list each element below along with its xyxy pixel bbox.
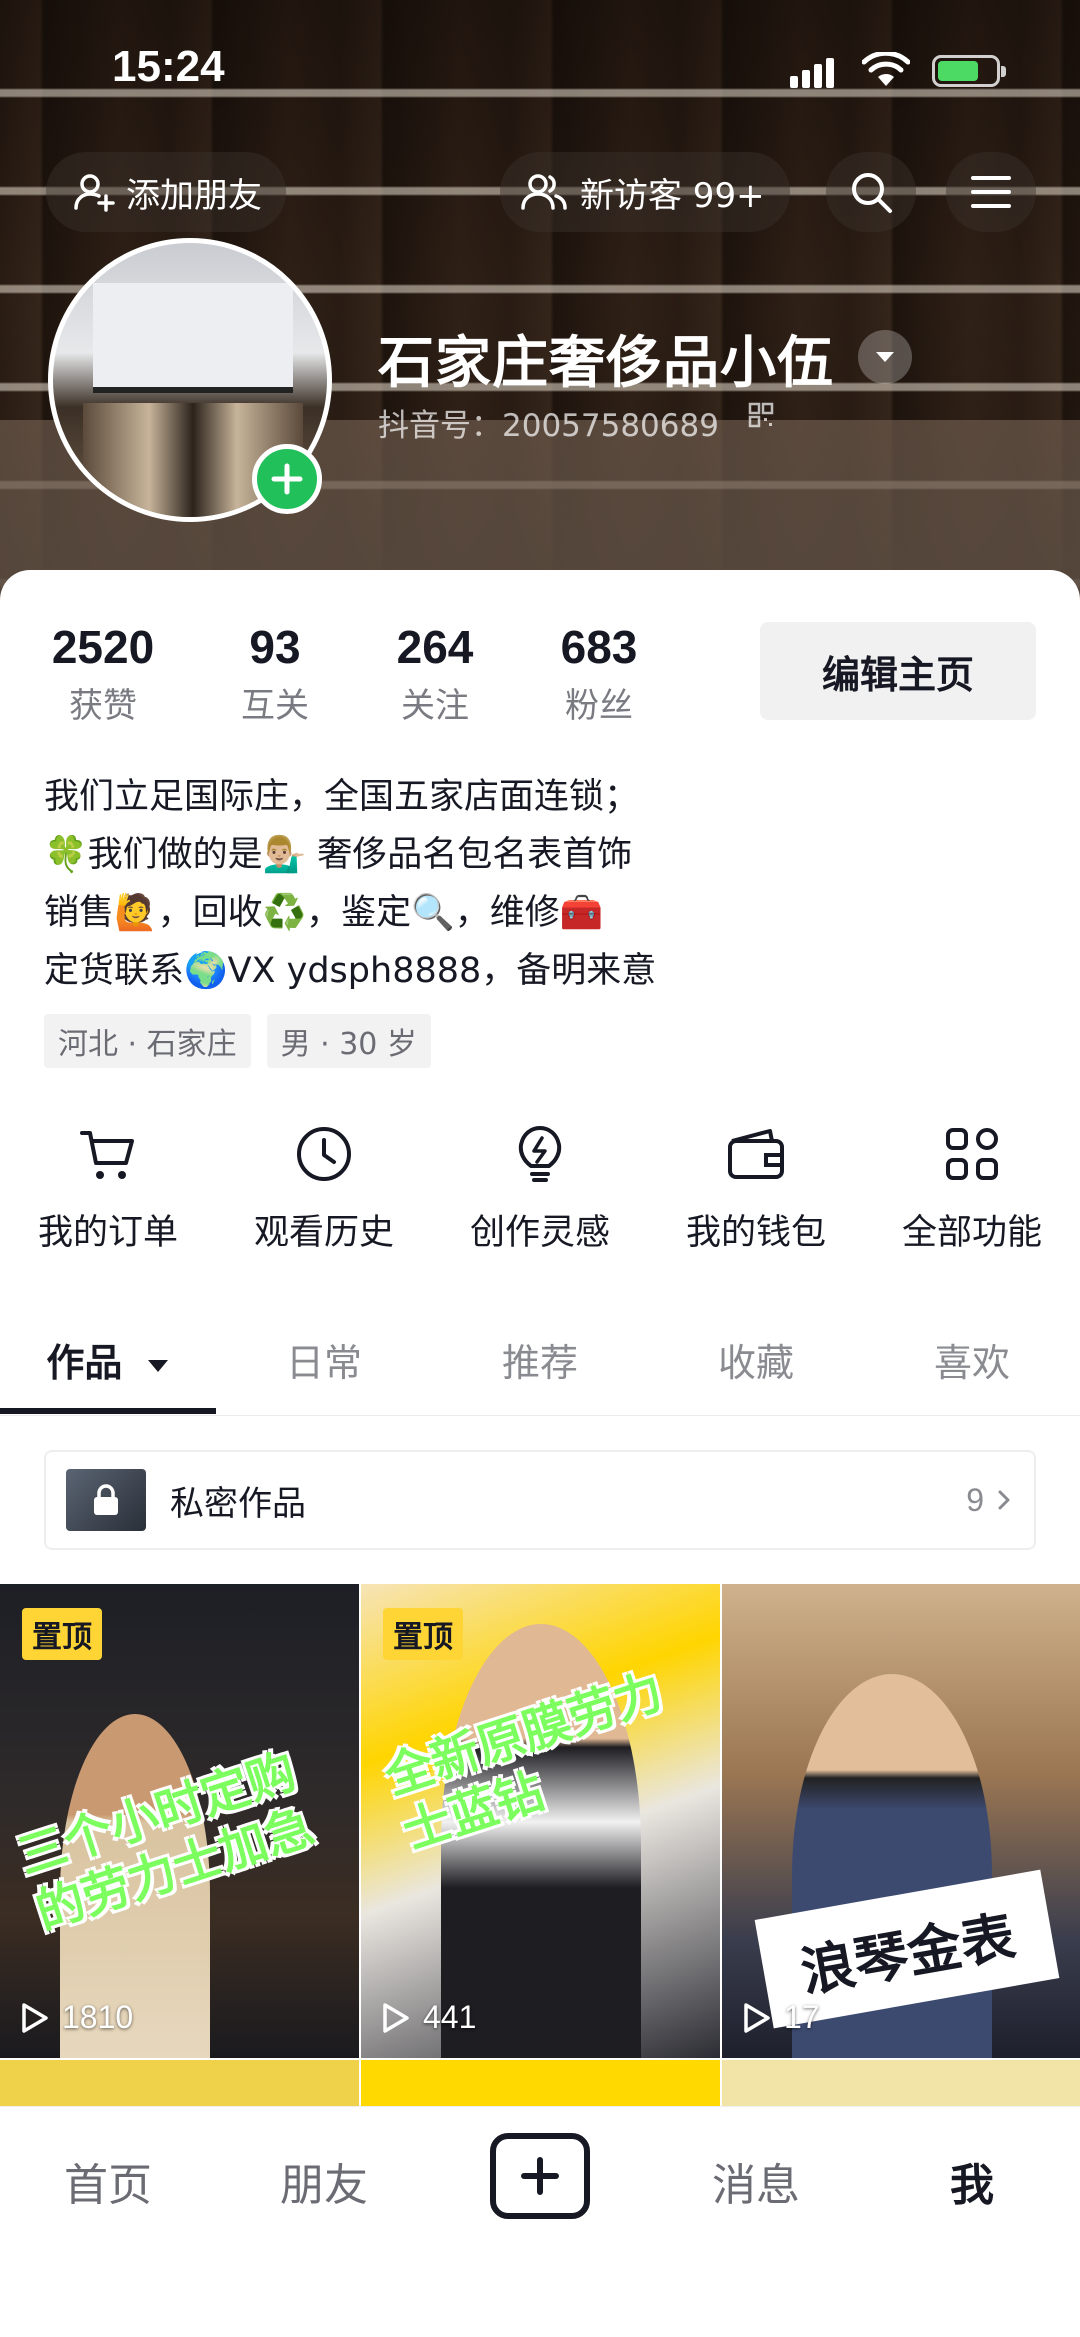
stat-mutual[interactable]: 93 互关 [214, 620, 336, 727]
creation-inspiration-button[interactable]: 创作灵感 [432, 1122, 648, 1255]
stat-following[interactable]: 264 关注 [374, 620, 496, 727]
content-tabs: 作品 日常 推荐 收藏 喜欢 [0, 1320, 1080, 1416]
watch-history-button[interactable]: 观看历史 [216, 1122, 432, 1255]
caret-down-icon [876, 352, 894, 362]
play-icon [744, 2002, 770, 2033]
function-label: 观看历史 [253, 1213, 394, 1253]
new-visitors-label: 新访客 99+ [580, 175, 765, 216]
tab-works[interactable]: 作品 [0, 1320, 216, 1415]
bio-line: 定货联系🌍VX ydsph8888，备明来意 [44, 951, 657, 991]
grid-icon [946, 1128, 998, 1180]
add-story-button[interactable] [252, 444, 322, 514]
visitors-icon [521, 174, 567, 210]
bottom-navigation: 首页 朋友 消息 我 [0, 2106, 1080, 2337]
stat-value: 2520 [51, 621, 155, 673]
nav-home[interactable]: 首页 [0, 2149, 216, 2213]
pinned-badge: 置顶 [22, 1608, 102, 1660]
play-count-value: 441 [423, 1999, 477, 2035]
add-friend-button[interactable]: 添加朋友 [46, 152, 286, 232]
tab-label: 作品 [46, 1341, 123, 1385]
video-thumbnail[interactable]: 置顶 三个小时定购 的劳力士加急 1810 [0, 1584, 359, 2058]
status-time: 15:24 [112, 42, 225, 91]
plus-icon [521, 2157, 559, 2195]
tab-favorites[interactable]: 收藏 [648, 1320, 864, 1415]
battery-icon [932, 55, 1006, 87]
hamburger-menu-icon [971, 176, 1011, 208]
nav-me[interactable]: 我 [864, 2149, 1080, 2213]
stat-likes[interactable]: 2520 获赞 [42, 620, 164, 727]
cart-icon [80, 1131, 134, 1179]
my-orders-button[interactable]: 我的订单 [0, 1122, 216, 1255]
status-bar: 15:24 [0, 0, 1080, 130]
add-friend-label: 添加朋友 [126, 175, 262, 216]
pinned-badge: 置顶 [383, 1608, 463, 1660]
create-button[interactable] [490, 2133, 590, 2219]
function-label: 我的订单 [37, 1213, 178, 1253]
gender-age-tag: 男 · 30 岁 [266, 1014, 431, 1068]
wifi-icon [862, 52, 910, 86]
play-icon [383, 2002, 409, 2033]
private-works-count: 9 [966, 1481, 984, 1518]
stat-label: 粉丝 [565, 686, 633, 726]
plus-icon [271, 463, 303, 495]
search-button[interactable] [826, 152, 916, 232]
stat-value: 683 [560, 621, 638, 673]
active-tab-indicator [0, 1408, 216, 1414]
quick-functions: 我的订单 观看历史 创作灵感 我的钱包 全部功能 [0, 1122, 1080, 1255]
tab-likes[interactable]: 喜欢 [864, 1320, 1080, 1415]
tab-daily[interactable]: 日常 [216, 1320, 432, 1415]
bio-line: 我们立足国际庄，全国五家店面连锁； [44, 777, 640, 817]
play-count-value: 1810 [62, 1999, 134, 2035]
add-user-icon [74, 174, 115, 212]
bio-line: 🍀我们做的是💁🏼‍♂️ 奢侈品名包名表首饰 [44, 835, 633, 875]
stat-value: 93 [249, 621, 301, 673]
profile-name: 石家庄奢侈品小伍 [378, 331, 834, 396]
play-icon [22, 2002, 48, 2033]
wallet-icon [728, 1129, 784, 1179]
private-works-label: 私密作品 [170, 1483, 306, 1524]
caret-down-icon [147, 1359, 168, 1372]
function-label: 创作灵感 [469, 1213, 610, 1253]
function-label: 我的钱包 [685, 1213, 826, 1253]
profile-stats: 2520 获赞 93 互关 264 关注 683 粉丝 [42, 620, 660, 727]
play-count-value: 17 [784, 1999, 820, 2035]
private-works-entry[interactable]: 私密作品 9 [44, 1450, 1036, 1550]
my-wallet-button[interactable]: 我的钱包 [648, 1122, 864, 1255]
qr-code-icon[interactable] [748, 402, 774, 428]
profile-bio[interactable]: 我们立足国际庄，全国五家店面连锁； 🍀我们做的是💁🏼‍♂️ 奢侈品名包名表首饰 … [44, 768, 1044, 1000]
video-thumbnail[interactable]: 置顶 全新原膜劳力 士蓝钻 441 [361, 1584, 720, 2058]
clock-icon [297, 1127, 351, 1181]
tab-recommend[interactable]: 推荐 [432, 1320, 648, 1415]
stat-label: 获赞 [69, 686, 137, 726]
menu-button[interactable] [946, 152, 1036, 232]
stat-label: 关注 [401, 686, 469, 726]
edit-profile-button[interactable]: 编辑主页 [760, 622, 1036, 720]
private-works-thumbnail [66, 1469, 146, 1531]
lock-icon [94, 1484, 118, 1515]
play-count: 441 [381, 1999, 476, 2036]
stat-value: 264 [396, 621, 474, 673]
nav-friends[interactable]: 朋友 [216, 2149, 432, 2213]
account-switch-button[interactable] [858, 330, 912, 384]
stat-label: 互关 [241, 686, 309, 726]
search-icon [852, 173, 892, 213]
new-visitors-button[interactable]: 新访客 99+ [500, 152, 790, 232]
play-count: 17 [742, 1999, 820, 2036]
douyin-id[interactable]: 抖音号：20057580689 [378, 400, 719, 445]
bio-line: 销售🙋，回收♻️，鉴定🔍，维修🧰 [44, 893, 604, 933]
chevron-right-icon [998, 1490, 1010, 1510]
video-thumbnail[interactable]: 浪琴金表 17 [722, 1584, 1080, 2058]
function-label: 全部功能 [901, 1213, 1042, 1253]
stat-followers[interactable]: 683 粉丝 [538, 620, 660, 727]
signal-icon [790, 58, 834, 88]
play-count: 1810 [20, 1999, 133, 2036]
bulb-icon [518, 1126, 562, 1182]
location-tag: 河北 · 石家庄 [44, 1014, 251, 1068]
profile-tags: 河北 · 石家庄 男 · 30 岁 [44, 1014, 431, 1068]
nav-messages[interactable]: 消息 [648, 2149, 864, 2213]
all-functions-button[interactable]: 全部功能 [864, 1122, 1080, 1255]
